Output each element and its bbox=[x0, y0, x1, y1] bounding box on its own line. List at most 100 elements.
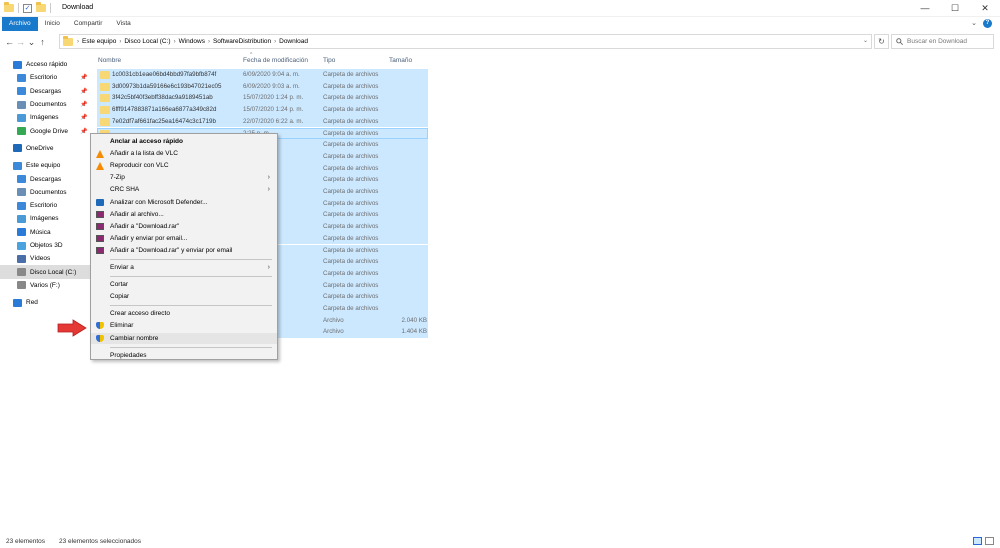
address-dropdown-icon[interactable]: ⌄ bbox=[863, 37, 868, 44]
context-menu-item[interactable]: Anclar al acceso rápido bbox=[91, 136, 277, 147]
table-row[interactable]: 3d00973b1da59166e6c193b47021ec05 6/09/202… bbox=[97, 80, 428, 93]
maximize-button[interactable]: ☐ bbox=[940, 0, 970, 17]
recent-locations-button[interactable]: ⌄ bbox=[26, 35, 37, 49]
help-icon[interactable]: ? bbox=[983, 19, 992, 28]
pictures-icon bbox=[17, 214, 26, 223]
sidebar-item-label: Documentos bbox=[30, 101, 67, 109]
documents-icon bbox=[17, 188, 26, 197]
refresh-button[interactable]: ↻ bbox=[874, 34, 889, 49]
shield-icon bbox=[96, 322, 104, 330]
pin-icon: 📌 bbox=[80, 128, 88, 135]
menu-item-label: Añadir al archivo... bbox=[110, 210, 164, 218]
address-bar[interactable]: › Este equipo › Disco Local (C:) › Windo… bbox=[59, 34, 872, 49]
close-button[interactable]: ✕ bbox=[970, 0, 1000, 17]
sidebar-item-label: Descargas bbox=[30, 87, 62, 95]
sidebar-item[interactable]: OneDrive bbox=[0, 142, 90, 155]
sidebar-item[interactable]: Disco Local (C:) bbox=[0, 265, 90, 279]
sidebar-item[interactable]: Vídeos bbox=[0, 252, 90, 265]
menu-item-label: Analizar con Microsoft Defender... bbox=[110, 198, 208, 206]
context-menu-item[interactable]: Enviar a › bbox=[91, 262, 277, 273]
desktop-icon bbox=[17, 73, 26, 82]
sidebar-item[interactable]: Escritorio 📌 bbox=[0, 71, 90, 84]
sidebar-item[interactable]: Este equipo bbox=[0, 159, 90, 172]
folder-icon bbox=[4, 2, 14, 12]
context-menu-item[interactable]: Reproducir con VLC bbox=[91, 160, 277, 171]
back-button[interactable]: ← bbox=[4, 35, 15, 49]
sidebar-item[interactable]: Descargas bbox=[0, 172, 90, 185]
details-view-icon[interactable] bbox=[973, 537, 982, 545]
sidebar-item-label: Escritorio bbox=[30, 74, 58, 82]
menu-item-label: Anclar al acceso rápido bbox=[110, 138, 183, 145]
context-menu-item[interactable]: Propiedades bbox=[91, 350, 277, 361]
context-menu-item[interactable]: Añadir y enviar por email... bbox=[91, 233, 277, 244]
sidebar-item-label: Vídeos bbox=[30, 255, 51, 263]
properties-icon[interactable]: ✓ bbox=[23, 3, 32, 13]
tab-inicio[interactable]: Inicio bbox=[38, 17, 67, 31]
breadcrumb-este-equipo[interactable]: Este equipo bbox=[79, 38, 119, 45]
ribbon-expand-icon[interactable]: ⌄ bbox=[971, 19, 977, 28]
drive-icon bbox=[17, 281, 26, 290]
context-menu-item[interactable]: Añadir al archivo... bbox=[91, 209, 277, 220]
sidebar-item[interactable]: Varios (F:) bbox=[0, 279, 90, 292]
sidebar-item[interactable]: Imágenes 📌 bbox=[0, 111, 90, 124]
breadcrumb-disco-local[interactable]: Disco Local (C:) bbox=[121, 38, 173, 45]
music-icon bbox=[17, 228, 26, 237]
table-row[interactable]: 3f42c5bf40f3ebff38dac9a9189451ab 15/07/20… bbox=[97, 92, 428, 105]
forward-button[interactable]: → bbox=[15, 35, 26, 49]
file-type: Carpeta de archivos bbox=[323, 223, 379, 231]
sidebar-item[interactable]: Objetos 3D bbox=[0, 239, 90, 252]
table-row[interactable]: 6fff9147883871a166ea6877a349c82d 15/07/20… bbox=[97, 104, 428, 116]
file-type: Carpeta de archivos bbox=[323, 188, 379, 195]
view-switcher bbox=[973, 537, 994, 545]
context-menu-item[interactable]: Crear acceso directo bbox=[91, 308, 277, 319]
context-menu-item[interactable]: 7-Zip › bbox=[91, 172, 277, 183]
context-menu-item[interactable]: Añadir a la lista de VLC bbox=[91, 148, 277, 159]
column-header-type[interactable]: Tipo bbox=[323, 57, 335, 64]
context-menu-item[interactable]: Analizar con Microsoft Defender... bbox=[91, 197, 277, 208]
breadcrumb-download[interactable]: Download bbox=[276, 38, 311, 45]
pin-icon: 📌 bbox=[80, 115, 88, 122]
column-header-date[interactable]: Fecha de modificación bbox=[243, 57, 308, 64]
file-name: 1c0031cb1eae06bd4bbd97fa9bfb874f bbox=[112, 71, 217, 78]
sidebar-item[interactable]: Imágenes bbox=[0, 212, 90, 225]
context-menu-item[interactable]: CRC SHA › bbox=[91, 184, 277, 195]
table-row[interactable]: 7e02df7af661fac25ea16474c3c1719b 22/07/20… bbox=[97, 115, 428, 128]
new-folder-icon[interactable] bbox=[36, 2, 46, 12]
up-button[interactable]: ↑ bbox=[37, 35, 48, 49]
tab-compartir[interactable]: Compartir bbox=[67, 17, 110, 31]
selected-count: 23 elementos seleccionados bbox=[59, 538, 142, 545]
context-menu-item[interactable]: Cortar bbox=[91, 279, 277, 290]
breadcrumb-windows[interactable]: Windows bbox=[176, 38, 208, 45]
file-list: Nombre ^ Fecha de modificación Tipo Tama… bbox=[92, 52, 998, 339]
context-menu-item[interactable]: Copiar bbox=[91, 291, 277, 302]
file-name: 6fff9147883871a166ea6877a349c82d bbox=[112, 106, 217, 114]
tab-vista[interactable]: Vista bbox=[109, 17, 137, 31]
sidebar-item[interactable]: Documentos bbox=[0, 186, 90, 199]
sidebar-item[interactable]: Acceso rápido bbox=[0, 58, 90, 71]
column-header-name[interactable]: Nombre bbox=[98, 57, 121, 64]
minimize-button[interactable]: — bbox=[910, 0, 940, 17]
sidebar-item-label: Disco Local (C:) bbox=[30, 268, 77, 276]
search-box[interactable]: Buscar en Download bbox=[891, 34, 994, 49]
column-header-size[interactable]: Tamaño bbox=[389, 57, 412, 64]
sidebar-item[interactable]: Descargas 📌 bbox=[0, 85, 90, 98]
file-size: 1.404 KB bbox=[401, 328, 427, 336]
breadcrumb-softwaredistribution[interactable]: SoftwareDistribution bbox=[210, 38, 274, 45]
folder-icon bbox=[100, 94, 110, 103]
table-row[interactable]: 1c0031cb1eae06bd4bbd97fa9bfb874f 6/09/202… bbox=[97, 69, 428, 81]
context-menu-item[interactable]: Añadir a "Download.rar" y enviar por ema… bbox=[91, 245, 277, 256]
sidebar-item[interactable]: Google Drive 📌 bbox=[0, 124, 90, 137]
sidebar-item[interactable]: Música bbox=[0, 226, 90, 239]
context-menu-item[interactable]: Añadir a "Download.rar" bbox=[91, 221, 277, 232]
sidebar-item[interactable]: Red bbox=[0, 296, 90, 309]
tab-archivo[interactable]: Archivo bbox=[2, 17, 38, 31]
sidebar-item-label: Acceso rápido bbox=[26, 61, 68, 69]
sidebar-item-label: OneDrive bbox=[26, 144, 54, 152]
context-menu-item[interactable]: Eliminar bbox=[91, 320, 277, 331]
menu-item-label: Copiar bbox=[110, 293, 130, 301]
large-icons-view-icon[interactable] bbox=[985, 537, 994, 545]
sidebar-item[interactable]: Escritorio bbox=[0, 199, 90, 212]
context-menu-item[interactable]: Cambiar nombre bbox=[91, 332, 277, 344]
sidebar-item[interactable]: Documentos 📌 bbox=[0, 98, 90, 111]
shield-icon bbox=[96, 334, 104, 342]
